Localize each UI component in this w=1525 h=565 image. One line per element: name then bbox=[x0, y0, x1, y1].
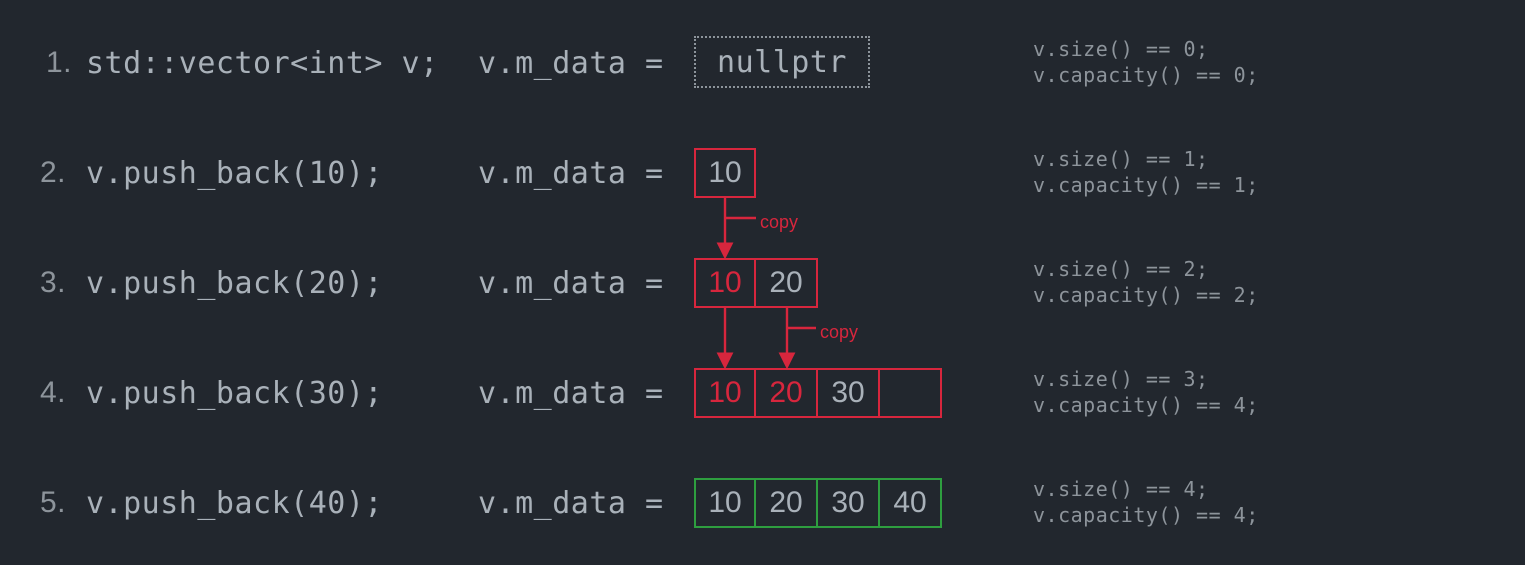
memory-cells: 10 bbox=[694, 148, 756, 198]
step-number: 5. bbox=[40, 486, 66, 520]
step-number: 2. bbox=[40, 156, 66, 190]
memory-cell: 10 bbox=[694, 148, 756, 198]
memory-cells: 10 20 30 bbox=[694, 368, 942, 418]
size-capacity: v.size() == 1; v.capacity() == 1; bbox=[1033, 146, 1259, 198]
memory-cell bbox=[880, 368, 942, 418]
memory-cell: 30 bbox=[818, 368, 880, 418]
nullptr-text: nullptr bbox=[717, 45, 847, 80]
step-number: 4. bbox=[40, 376, 66, 410]
step-number: 1. bbox=[46, 46, 72, 80]
memory-cell: 20 bbox=[756, 478, 818, 528]
size-capacity: v.size() == 4; v.capacity() == 4; bbox=[1033, 476, 1259, 528]
size-capacity: v.size() == 3; v.capacity() == 4; bbox=[1033, 366, 1259, 418]
code-line: std::vector<int> v; bbox=[86, 46, 439, 81]
mdata-label: v.m_data = bbox=[478, 266, 664, 301]
code-line: v.push_back(40); bbox=[86, 486, 383, 521]
code-line: v.push_back(10); bbox=[86, 156, 383, 191]
vector-growth-diagram: 1. std::vector<int> v; v.m_data = nullpt… bbox=[0, 0, 1525, 565]
memory-cell: 20 bbox=[756, 368, 818, 418]
copy-label: copy bbox=[820, 322, 858, 343]
step-number: 3. bbox=[40, 266, 66, 300]
memory-cell: 30 bbox=[818, 478, 880, 528]
nullptr-box: nullptr bbox=[694, 36, 870, 88]
copy-label: copy bbox=[760, 212, 798, 233]
memory-cell: 20 bbox=[756, 258, 818, 308]
memory-cell: 40 bbox=[880, 478, 942, 528]
size-capacity: v.size() == 0; v.capacity() == 0; bbox=[1033, 36, 1259, 88]
size-capacity: v.size() == 2; v.capacity() == 2; bbox=[1033, 256, 1259, 308]
memory-cells: 10 20 bbox=[694, 258, 818, 308]
memory-cell: 10 bbox=[694, 368, 756, 418]
code-line: v.push_back(20); bbox=[86, 266, 383, 301]
mdata-label: v.m_data = bbox=[478, 376, 664, 411]
mdata-label: v.m_data = bbox=[478, 46, 664, 81]
memory-cell: 10 bbox=[694, 258, 756, 308]
mdata-label: v.m_data = bbox=[478, 486, 664, 521]
code-line: v.push_back(30); bbox=[86, 376, 383, 411]
memory-cells: 10 20 30 40 bbox=[694, 478, 942, 528]
memory-cell: 10 bbox=[694, 478, 756, 528]
mdata-label: v.m_data = bbox=[478, 156, 664, 191]
